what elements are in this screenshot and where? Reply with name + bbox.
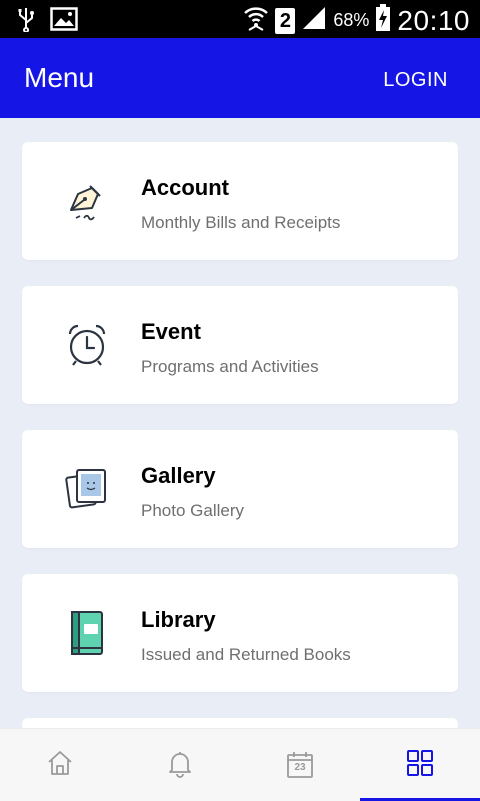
nav-menu[interactable]: [360, 729, 480, 801]
grid-icon: [405, 748, 435, 783]
menu-title: Gallery: [141, 463, 216, 488]
nav-home[interactable]: [0, 729, 120, 801]
menu-card-event[interactable]: Event Programs and Activities: [22, 286, 458, 404]
image-icon: [50, 7, 78, 36]
menu-subtitle: Issued and Returned Books: [141, 645, 351, 664]
battery-charging-icon: [375, 4, 391, 37]
nav-calendar[interactable]: 23: [240, 729, 360, 801]
menu-subtitle: Programs and Activities: [141, 357, 319, 376]
menu-title: Library: [141, 607, 216, 632]
bottom-nav: 23: [0, 728, 480, 801]
book-icon: [62, 608, 112, 658]
usb-icon: [16, 6, 36, 37]
page-title: Menu: [24, 62, 95, 93]
menu-card-partial[interactable]: [22, 718, 458, 728]
wifi-icon: [243, 4, 269, 37]
menu-card-account[interactable]: Account Monthly Bills and Receipts: [22, 142, 458, 260]
signal-icon: [301, 5, 327, 36]
menu-list: Account Monthly Bills and Receipts Event…: [0, 118, 480, 728]
photo-gallery-icon: [62, 464, 112, 514]
nav-notifications[interactable]: [120, 729, 240, 801]
home-icon: [45, 748, 75, 783]
bell-icon: [165, 748, 195, 783]
alarm-clock-icon: [62, 320, 112, 370]
calendar-day: 23: [294, 762, 306, 773]
clock: 20:10: [397, 4, 470, 36]
menu-title: Account: [141, 175, 229, 200]
app-bar: Menu LOGIN: [0, 38, 480, 118]
pen-nib-icon: [62, 176, 112, 226]
menu-card-gallery[interactable]: Gallery Photo Gallery: [22, 430, 458, 548]
menu-subtitle: Monthly Bills and Receipts: [141, 213, 341, 232]
menu-subtitle: Photo Gallery: [141, 501, 244, 520]
status-bar: 2 68% 20:10: [0, 0, 480, 38]
menu-card-library[interactable]: Library Issued and Returned Books: [22, 574, 458, 692]
calendar-icon: 23: [285, 750, 315, 780]
login-button[interactable]: LOGIN: [383, 69, 448, 92]
battery-percent: 68%: [333, 10, 370, 30]
sim-badge: 2: [275, 7, 296, 34]
menu-title: Event: [141, 319, 201, 344]
